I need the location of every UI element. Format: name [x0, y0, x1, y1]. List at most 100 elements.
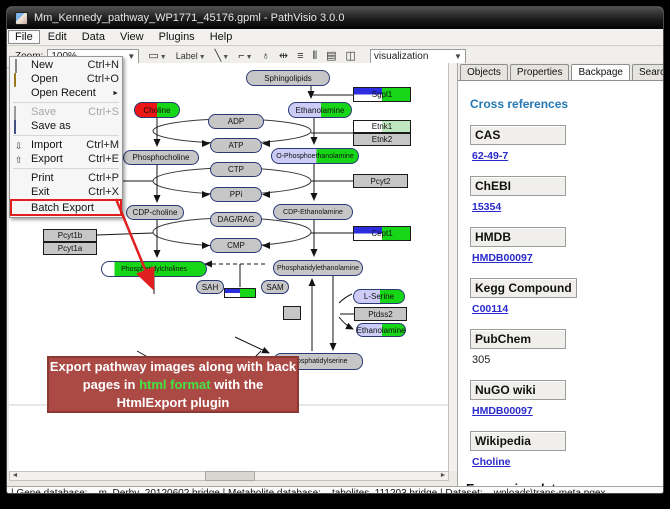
xref-link[interactable]: HMDB00097	[472, 405, 533, 417]
scroll-right-icon[interactable]: ►	[438, 472, 448, 480]
pathway-node-sam[interactable]: SAM	[261, 280, 289, 294]
distribute-vertical-icon[interactable]: ⫴	[312, 51, 317, 62]
connector-tool-icon[interactable]: ⌐▼	[238, 51, 252, 63]
node-label: L-Serine	[364, 292, 394, 301]
pathway-node-choline[interactable]: Choline	[134, 102, 180, 118]
menubar-item-data[interactable]: Data	[75, 30, 112, 44]
align-middle-icon[interactable]: ⇹	[279, 51, 288, 62]
side-panel-tabs: ObjectsPropertiesBackpageSearchLegend	[458, 63, 664, 80]
stack-icon[interactable]: ◫	[346, 51, 356, 62]
tab-properties[interactable]: Properties	[510, 64, 570, 80]
menu-shortcut: Ctrl+S	[88, 106, 119, 118]
pathway-node-ctp[interactable]: CTP	[210, 162, 262, 177]
menu-item-batch-export[interactable]: Batch Export	[10, 199, 122, 216]
pathway-node-adp[interactable]: ADP	[208, 114, 264, 129]
toolbar-buttons: ▭▼ Label▼ ╲▼ ⌐▼ ♁ ⇹ ≡ ⫴ ▤ ◫	[139, 51, 356, 63]
cross-references-sections: CAS62-49-7ChEBI15354HMDBHMDB00097Kegg Co…	[458, 125, 663, 468]
node-label: SAH	[202, 283, 218, 292]
pathway-node-etnk2[interactable]: Etnk2	[353, 133, 411, 146]
pathway-node-cdp-choline[interactable]: CDP-choline	[126, 205, 184, 220]
line-tool-icon[interactable]: ╲▼	[215, 51, 230, 63]
pathway-node-sphingolipids[interactable]: Sphingolipids	[246, 70, 330, 86]
node-label: CDP-Ethanolamine	[283, 209, 343, 216]
menu-shortcut: Ctrl+O	[87, 73, 119, 85]
xref-section-title: Wikipedia	[470, 431, 566, 451]
menubar-item-help[interactable]: Help	[203, 30, 240, 44]
pathway-node-unlabeled[interactable]	[283, 306, 301, 320]
pathway-node-dag-rag[interactable]: DAG/RAG	[210, 212, 262, 227]
pathway-node-ppi[interactable]: PPi	[210, 187, 262, 202]
callout-highlight: html format	[139, 377, 211, 392]
pathway-node-sgpl1[interactable]: Sgpl1	[353, 87, 411, 102]
menu-item-label: Export	[31, 153, 84, 165]
chevron-down-icon: ▼	[199, 54, 206, 61]
menu-item-export[interactable]: ⇧ExportCtrl+E	[10, 152, 122, 166]
no	[13, 202, 27, 213]
menu-separator	[13, 102, 119, 103]
node-label: ATP	[229, 141, 244, 150]
distribute-horizontal-icon[interactable]: ≡	[297, 51, 303, 62]
file-menu: NewCtrl+NOpenCtrl+OOpen Recent► SaveCtrl+…	[9, 56, 123, 218]
pathway-node-l-serine[interactable]: L-Serine	[353, 289, 405, 304]
node-label: Pcyt1b	[58, 231, 82, 240]
menu-item-save[interactable]: SaveCtrl+S	[10, 105, 122, 119]
common-bounds-icon[interactable]: ▤	[326, 51, 336, 62]
pathway-node-phosphocholine[interactable]: Phosphocholine	[123, 150, 199, 165]
scroll-left-icon[interactable]: ◄	[10, 472, 20, 480]
menu-item-save-as[interactable]: Save as	[10, 119, 122, 133]
menu-item-label: Exit	[31, 186, 84, 198]
menu-item-import[interactable]: ⇩ImportCtrl+M	[10, 138, 122, 152]
horizontal-scrollbar[interactable]: ◄ ►	[9, 471, 449, 481]
xref-section-kegg-compound: Kegg CompoundC00114	[470, 278, 663, 315]
menu-item-print[interactable]: PrintCtrl+P	[10, 171, 122, 185]
menubar-item-plugins[interactable]: Plugins	[152, 30, 202, 44]
menu-item-exit[interactable]: ExitCtrl+X	[10, 185, 122, 199]
save-as-icon	[14, 120, 16, 134]
xref-link[interactable]: HMDB00097	[472, 252, 533, 264]
xref-link[interactable]: 62-49-7	[472, 150, 508, 162]
pathway-node-ethanolamine[interactable]: Ethanolamine	[356, 323, 406, 337]
menu-item-open[interactable]: OpenCtrl+O	[10, 72, 122, 86]
pathway-node-sah[interactable]: SAH	[196, 280, 224, 294]
datanode-tool-icon[interactable]: ▭▼	[148, 51, 166, 63]
node-label: Etnk2	[372, 135, 392, 144]
menu-shortcut: Ctrl+E	[88, 153, 119, 165]
pathway-node-pcyt1b[interactable]: Pcyt1b	[43, 229, 97, 242]
pathway-node-unlabeled[interactable]	[224, 288, 256, 298]
xref-link[interactable]: 15354	[472, 201, 501, 213]
pathway-node-cdp-ethanolamine[interactable]: CDP-Ethanolamine	[273, 204, 353, 220]
menu-item-new[interactable]: NewCtrl+N	[10, 58, 122, 72]
menu-separator	[13, 135, 119, 136]
tab-objects[interactable]: Objects	[460, 64, 508, 80]
menu-item-label: Open Recent	[31, 87, 108, 99]
xref-link[interactable]: C00114	[472, 303, 508, 315]
xref-link[interactable]: Choline	[472, 456, 511, 468]
menubar-item-view[interactable]: View	[113, 30, 151, 44]
scrollbar-thumb[interactable]	[205, 471, 255, 481]
xref-section-value: HMDB00097	[472, 252, 663, 264]
chevron-down-icon: ▼	[454, 52, 462, 61]
align-center-icon[interactable]: ♁	[262, 51, 270, 62]
pathway-node-atp[interactable]: ATP	[210, 138, 262, 153]
menubar-item-edit[interactable]: Edit	[41, 30, 74, 44]
open-folder-icon	[14, 73, 16, 87]
no	[13, 187, 27, 198]
node-label: DAG/RAG	[218, 215, 255, 224]
pathway-node-ptdss2[interactable]: Ptdss2	[354, 307, 407, 321]
pathway-node-cmp[interactable]: CMP	[210, 238, 262, 253]
menu-item-open-recent[interactable]: Open Recent►	[10, 86, 122, 100]
pathway-node-phosphatidylcholines[interactable]: Phosphatidylcholines	[101, 261, 207, 277]
xref-section-value: HMDB00097	[472, 405, 663, 417]
pathway-node-ethanolamine[interactable]: Ethanolamine	[288, 102, 352, 118]
tab-backpage[interactable]: Backpage	[571, 64, 629, 81]
label-tool-icon[interactable]: Label▼	[176, 51, 206, 63]
pathway-node-cept1[interactable]: Cept1	[353, 226, 411, 241]
tab-search[interactable]: Search	[632, 64, 664, 80]
xref-section-nugo-wiki: NuGO wikiHMDB00097	[470, 380, 663, 417]
menubar-item-file[interactable]: File	[8, 30, 40, 44]
pathway-node-etnk1[interactable]: Etnk1	[353, 120, 411, 133]
pathway-node-pcyt2[interactable]: Pcyt2	[353, 174, 408, 188]
pathway-node-pcyt1a[interactable]: Pcyt1a	[43, 242, 97, 255]
pathway-node-phosphatidylethanolamine[interactable]: Phosphatidylethanolamine	[273, 260, 363, 276]
pathway-node-o-phosphoethanolamine[interactable]: O-Phosphoethanolamine	[271, 148, 359, 164]
